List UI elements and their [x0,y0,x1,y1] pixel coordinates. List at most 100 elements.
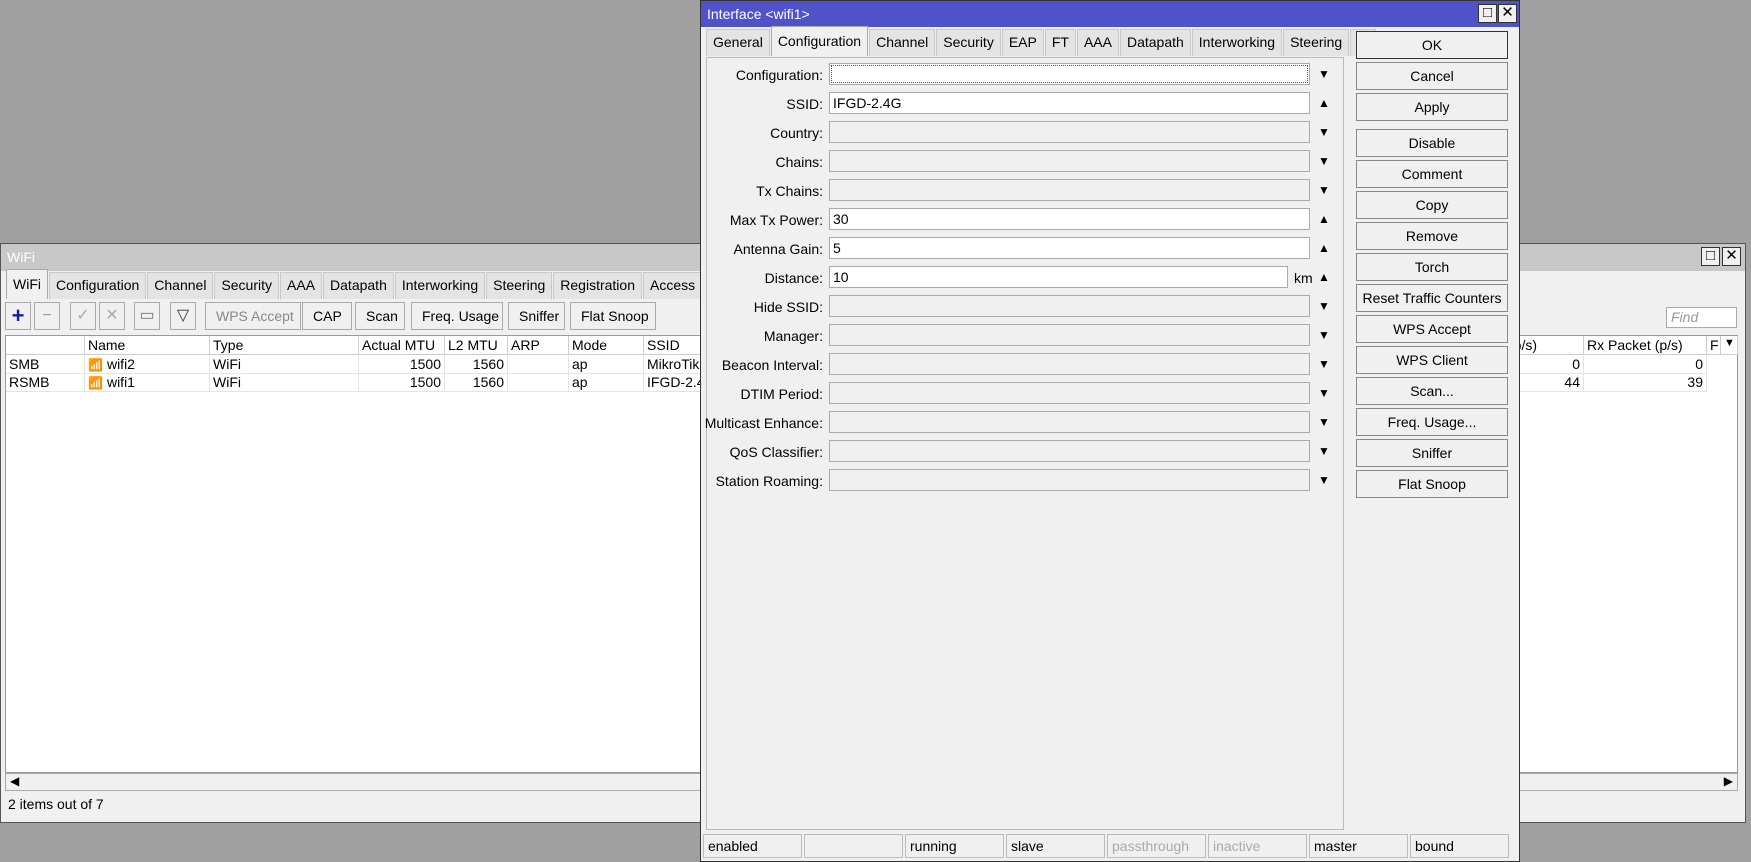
filter-button[interactable]: ▽ [170,302,196,330]
dialog-tab-aaa[interactable]: AAA [1076,29,1119,56]
dialog-tab-steering[interactable]: Steering [1283,29,1350,56]
antenna-gain-field[interactable]: 5 [829,237,1310,259]
tab-configuration[interactable]: Configuration [49,272,147,299]
hide-ssid-field[interactable] [829,295,1310,317]
column-header[interactable]: F [1707,336,1721,355]
column-header[interactable] [6,336,85,355]
dialog-tab-general[interactable]: General [706,29,770,56]
column-menu-icon[interactable]: ▼ [1721,336,1738,355]
antenna-gain-label: Antenna Gain: [733,241,823,257]
disable-button[interactable]: Disable [1356,129,1508,157]
distance-field[interactable]: 10 [829,266,1288,288]
column-header[interactable]: Rx Packet (p/s) [1584,336,1707,355]
dtim-period-field[interactable] [829,382,1310,404]
apply-button[interactable]: Apply [1356,93,1508,121]
dropdown-arrow-icon[interactable]: ▼ [1316,444,1332,458]
tab-aaa[interactable]: AAA [280,272,323,299]
scan-button[interactable]: Scan [355,302,405,330]
dialog-tab-interworking[interactable]: Interworking [1191,29,1283,56]
torch-button[interactable]: Torch [1356,253,1508,281]
copy-button[interactable]: Copy [1356,191,1508,219]
column-header[interactable]: Mode [569,336,644,355]
cell-rx-pps: 0 [1584,356,1707,374]
wps-accept-button[interactable]: WPS Accept [1356,315,1508,343]
comment-button[interactable]: Comment [1356,160,1508,188]
column-header[interactable]: Name [85,336,210,355]
tab-steering[interactable]: Steering [486,272,553,299]
remove-button[interactable]: − [34,302,60,330]
cell-text: 1560 [472,356,504,372]
dialog-tab-eap[interactable]: EAP [1001,29,1044,56]
enable-button[interactable]: ✓ [70,302,96,330]
dialog-tab-security[interactable]: Security [936,29,1001,56]
dropdown-arrow-icon[interactable]: ▼ [1316,415,1332,429]
scan-button[interactable]: Scan... [1356,377,1508,405]
beacon-interval-field[interactable] [829,353,1310,375]
dialog-tab-ft[interactable]: FT [1044,29,1076,56]
disable-button[interactable]: ✕ [99,302,125,330]
collapse-arrow-icon[interactable]: ▲ [1316,96,1332,110]
column-header[interactable]: Type [210,336,359,355]
multicast-enhance-field[interactable] [829,411,1310,433]
column-header[interactable]: Actual MTU [359,336,445,355]
cap-button[interactable]: CAP [302,302,352,330]
collapse-arrow-icon[interactable]: ▲ [1316,241,1332,255]
maximize-button[interactable]: □ [1701,247,1720,266]
dropdown-arrow-icon[interactable]: ▼ [1316,473,1332,487]
dialog-close-button[interactable]: ✕ [1498,4,1517,23]
distance-unit: km [1294,270,1313,286]
dropdown-arrow-icon[interactable]: ▼ [1316,386,1332,400]
max-tx-power-field[interactable]: 30 [829,208,1310,230]
dropdown-arrow-icon[interactable]: ▼ [1316,154,1332,168]
close-button[interactable]: ✕ [1722,247,1741,266]
sniffer-button[interactable]: Sniffer [1356,439,1508,467]
configuration-field[interactable] [829,63,1310,85]
cancel-button[interactable]: Cancel [1356,62,1508,90]
dropdown-arrow-icon[interactable]: ▼ [1316,328,1332,342]
sniffer-button[interactable]: Sniffer [508,302,565,330]
wps-accept-button[interactable]: WPS Accept [205,302,301,330]
dropdown-arrow-icon[interactable]: ▼ [1316,183,1332,197]
column-header[interactable]: SSID [644,336,704,355]
comment-button[interactable]: ▭ [134,302,160,330]
find-input[interactable]: Find [1666,307,1737,328]
manager-field[interactable] [829,324,1310,346]
collapse-arrow-icon[interactable]: ▲ [1316,212,1332,226]
tab-registration[interactable]: Registration [553,272,642,299]
dropdown-arrow-icon[interactable]: ▼ [1316,357,1332,371]
collapse-arrow-icon[interactable]: ▲ [1316,270,1332,284]
ok-button[interactable]: OK [1356,31,1508,59]
dropdown-arrow-icon[interactable]: ▼ [1316,125,1332,139]
flat-snoop-button[interactable]: Flat Snoop [570,302,656,330]
column-header[interactable]: L2 MTU [445,336,508,355]
tx-chains-field[interactable] [829,179,1310,201]
multicast-enhance-label: Multicast Enhance: [704,415,823,431]
column-header[interactable]: ARP [508,336,569,355]
station-roaming-field[interactable] [829,469,1310,491]
tab-datapath[interactable]: Datapath [323,272,394,299]
dropdown-arrow-icon[interactable]: ▼ [1316,299,1332,313]
reset-traffic-counters-button[interactable]: Reset Traffic Counters [1356,284,1508,312]
tab-security[interactable]: Security [214,272,280,299]
dialog-maximize-button[interactable]: □ [1478,4,1497,23]
remove-button[interactable]: Remove [1356,222,1508,250]
qos-classifier-field[interactable] [829,440,1310,462]
tab-wifi[interactable]: WiFi [6,269,48,299]
freq-usage-button[interactable]: Freq. Usage... [1356,408,1508,436]
chains-field[interactable] [829,150,1310,172]
freq-usage-button[interactable]: Freq. Usage [411,302,503,330]
dialog-tab-datapath[interactable]: Datapath [1119,29,1191,56]
dropdown-arrow-icon[interactable]: ▼ [1316,67,1332,81]
wps-client-button[interactable]: WPS Client [1356,346,1508,374]
tab-channel[interactable]: Channel [147,272,214,299]
scroll-left-icon[interactable]: ◀ [10,774,19,788]
country-field[interactable] [829,121,1310,143]
dialog-tab-channel[interactable]: Channel [869,29,936,56]
tab-interworking[interactable]: Interworking [394,272,486,299]
flat-snoop-button[interactable]: Flat Snoop [1356,470,1508,498]
ssid-field[interactable]: IFGD-2.4G [829,92,1310,114]
add-button[interactable]: + [5,302,31,330]
country-label: Country: [770,125,823,141]
scroll-right-icon[interactable]: ▶ [1724,774,1733,788]
dialog-tab-configuration[interactable]: Configuration [770,26,869,56]
